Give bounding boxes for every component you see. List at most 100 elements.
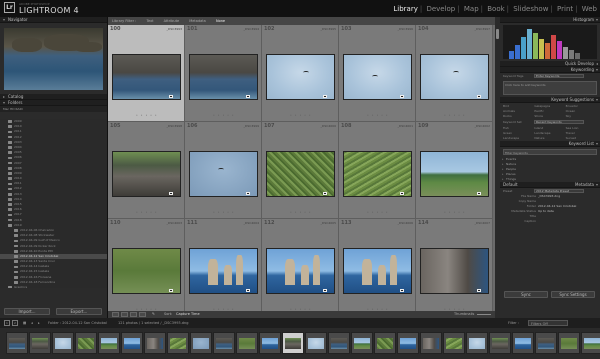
rating-stars[interactable]: • • • • • [213, 113, 235, 117]
badge-icon[interactable] [477, 95, 481, 98]
module-book[interactable]: Book [486, 5, 505, 13]
module-slideshow[interactable]: Slideshow [512, 5, 549, 13]
grid-cell[interactable]: 106 _DSC3999 • • • • • [185, 122, 262, 219]
keyword-entry-box[interactable]: Click here to add keywords [503, 81, 597, 95]
rating-stars[interactable]: • • • • • [367, 113, 389, 117]
grid-cell[interactable]: 105 _DSC3998 • • • • • [108, 122, 185, 219]
filmstrip-thumbnail[interactable] [144, 332, 166, 354]
keyword-list-header[interactable]: Keyword List ▾ [500, 141, 600, 147]
badge-icon[interactable] [246, 289, 250, 292]
filter-metadata[interactable]: Metadata [189, 19, 206, 23]
grid-cell[interactable]: 113 _DSC4006 • • • • • [339, 219, 416, 316]
filmstrip-thumbnail[interactable] [236, 332, 258, 354]
navigator-preview[interactable] [4, 28, 103, 90]
folder-row[interactable]: Graphics [0, 285, 107, 288]
filmstrip-thumbnail[interactable] [282, 332, 304, 354]
grid-cell[interactable]: 102 _DSC3995 • • • • • [262, 25, 339, 122]
survey-view-icon[interactable] [139, 312, 146, 317]
loupe-view-icon[interactable] [121, 312, 128, 317]
badge-icon[interactable] [169, 289, 173, 292]
badge-icon[interactable] [400, 192, 404, 195]
sort-dropdown[interactable]: Capture Time [176, 311, 200, 318]
photo-thumbnail[interactable] [420, 248, 489, 294]
badge-icon[interactable] [400, 95, 404, 98]
rating-stars[interactable]: • • • • • [444, 113, 466, 117]
filmstrip-thumbnail[interactable] [489, 332, 511, 354]
badge-icon[interactable] [323, 192, 327, 195]
photo-thumbnail[interactable] [420, 54, 489, 100]
keyword-set-dropdown[interactable]: Recent Keywords [534, 120, 584, 124]
import-button[interactable]: Import... [4, 308, 50, 315]
photo-thumbnail[interactable] [420, 151, 489, 197]
filmstrip-thumbnail[interactable] [213, 332, 235, 354]
sync-settings-button[interactable]: Sync Settings [551, 291, 595, 298]
filmstrip-thumbnail[interactable] [420, 332, 442, 354]
filmstrip-thumbnail[interactable] [443, 332, 465, 354]
grid-cell[interactable]: 101 _DSC3994 • • • • • [185, 25, 262, 122]
photo-thumbnail[interactable] [112, 54, 181, 100]
filmstrip-thumbnail[interactable] [397, 332, 419, 354]
photo-thumbnail[interactable] [343, 151, 412, 197]
thumbnail-size-slider[interactable] [477, 314, 491, 315]
filmstrip-thumbnail[interactable] [98, 332, 120, 354]
filter-attribute[interactable]: Attribute [164, 19, 179, 23]
badge-icon[interactable] [169, 192, 173, 195]
badge-icon[interactable] [169, 95, 173, 98]
filter-keywords-input[interactable]: Filter Keywords [503, 149, 597, 155]
photo-thumbnail[interactable] [189, 54, 258, 100]
photo-thumbnail[interactable] [189, 151, 258, 197]
photo-thumbnail[interactable] [343, 54, 412, 100]
module-print[interactable]: Print [556, 5, 574, 13]
nav-back-icon[interactable]: ◂ [31, 318, 33, 328]
filmstrip-thumbnail[interactable] [351, 332, 373, 354]
filmstrip-thumbnail[interactable] [121, 332, 143, 354]
rating-stars[interactable]: • • • • • [136, 210, 158, 214]
grid-cell[interactable]: 109 _DSC4002 • • • • • [416, 122, 493, 219]
sync-button[interactable]: Sync [504, 291, 548, 298]
photo-thumbnail[interactable] [112, 151, 181, 197]
nav-forward-icon[interactable]: ▸ [38, 318, 40, 328]
rating-stars[interactable]: • • • • • [290, 113, 312, 117]
photo-thumbnail[interactable] [189, 248, 258, 294]
badge-icon[interactable] [477, 289, 481, 292]
module-web[interactable]: Web [581, 5, 598, 13]
badge-icon[interactable] [246, 95, 250, 98]
filmstrip-thumbnail[interactable] [167, 332, 189, 354]
filmstrip-thumbnail[interactable] [535, 332, 557, 354]
badge-icon[interactable] [323, 289, 327, 292]
grid-icon[interactable]: ▦ [23, 318, 26, 328]
grid-view-icon[interactable] [112, 312, 119, 317]
filmstrip-thumbnail[interactable] [190, 332, 212, 354]
filmstrip-thumbnail[interactable] [581, 332, 600, 354]
grid-cell[interactable]: 110 _DSC4003 • • • • • [108, 219, 185, 316]
volume-row[interactable]: Mac HD RAID [0, 106, 107, 112]
scroll-thumb[interactable] [496, 29, 499, 39]
filmstrip-thumbnail[interactable] [374, 332, 396, 354]
photo-thumbnail[interactable] [266, 151, 335, 197]
filmstrip-thumbnail[interactable] [259, 332, 281, 354]
rating-stars[interactable]: • • • • • [367, 210, 389, 214]
filmstrip-thumbnail[interactable] [52, 332, 74, 354]
badge-icon[interactable] [477, 192, 481, 195]
photo-thumbnail[interactable] [266, 54, 335, 100]
rating-stars[interactable]: • • • • • [213, 210, 235, 214]
filmstrip-filter-dropdown[interactable]: Filters Off [528, 320, 568, 326]
keyword-tags-dropdown[interactable]: Enter Keywords [534, 74, 584, 78]
rating-stars[interactable]: • • • • • [290, 210, 312, 214]
filmstrip-thumbnail[interactable] [328, 332, 350, 354]
filmstrip-thumbnail[interactable] [305, 332, 327, 354]
filmstrip-thumbnail[interactable] [466, 332, 488, 354]
filter-text[interactable]: Text [146, 19, 153, 23]
filmstrip-thumbnail[interactable] [29, 332, 51, 354]
photo-thumbnail[interactable] [112, 248, 181, 294]
grid-cell[interactable]: 100 _DSC3993 • • • • • [108, 25, 185, 122]
second-window-icon[interactable]: 1 [4, 320, 10, 326]
grid-cell[interactable]: 103 _DSC3996 • • • • • [339, 25, 416, 122]
grid-cell[interactable]: 104 _DSC3997 • • • • • [416, 25, 493, 122]
compare-view-icon[interactable] [130, 312, 137, 317]
grid-cell[interactable]: 108 _DSC4001 • • • • • [339, 122, 416, 219]
grid-cell[interactable]: 112 _DSC4005 • • • • • [262, 219, 339, 316]
keyword-suggestions-header[interactable]: Keyword Suggestions ▾ [500, 97, 600, 103]
badge-icon[interactable] [323, 95, 327, 98]
module-map[interactable]: Map [463, 5, 480, 13]
